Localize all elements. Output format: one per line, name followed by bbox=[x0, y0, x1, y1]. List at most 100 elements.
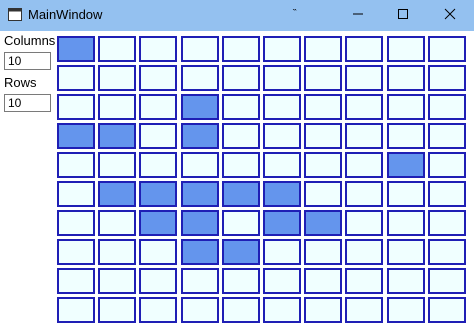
grid-cell[interactable] bbox=[428, 94, 466, 120]
grid-cell[interactable] bbox=[139, 65, 177, 91]
grid-cell[interactable] bbox=[345, 65, 383, 91]
grid-cell[interactable] bbox=[181, 210, 219, 236]
grid-cell[interactable] bbox=[222, 152, 260, 178]
grid-cell[interactable] bbox=[263, 123, 301, 149]
grid-cell[interactable] bbox=[222, 210, 260, 236]
grid-cell[interactable] bbox=[222, 36, 260, 62]
grid-cell[interactable] bbox=[304, 210, 342, 236]
close-button[interactable] bbox=[427, 0, 473, 31]
grid-cell[interactable] bbox=[181, 239, 219, 265]
grid-cell[interactable] bbox=[345, 239, 383, 265]
grid-cell[interactable] bbox=[222, 268, 260, 294]
grid-cell[interactable] bbox=[98, 152, 136, 178]
grid-cell[interactable] bbox=[428, 210, 466, 236]
grid-cell[interactable] bbox=[387, 239, 425, 265]
grid-cell[interactable] bbox=[428, 123, 466, 149]
grid-cell[interactable] bbox=[139, 210, 177, 236]
grid-cell[interactable] bbox=[387, 36, 425, 62]
rows-input[interactable]: 10 bbox=[4, 94, 51, 112]
grid-cell[interactable] bbox=[345, 123, 383, 149]
grid-cell[interactable] bbox=[263, 36, 301, 62]
grid-cell[interactable] bbox=[304, 181, 342, 207]
grid-cell[interactable] bbox=[57, 123, 95, 149]
grid-cell[interactable] bbox=[304, 36, 342, 62]
grid-cell[interactable] bbox=[181, 181, 219, 207]
grid-cell[interactable] bbox=[387, 123, 425, 149]
grid-cell[interactable] bbox=[57, 36, 95, 62]
grid-cell[interactable] bbox=[181, 94, 219, 120]
grid-cell[interactable] bbox=[263, 268, 301, 294]
grid-cell[interactable] bbox=[345, 210, 383, 236]
grid-cell[interactable] bbox=[263, 210, 301, 236]
grid-cell[interactable] bbox=[222, 94, 260, 120]
grid-cell[interactable] bbox=[98, 268, 136, 294]
grid-cell[interactable] bbox=[222, 65, 260, 91]
grid-cell[interactable] bbox=[139, 36, 177, 62]
grid-cell[interactable] bbox=[345, 297, 383, 323]
grid-cell[interactable] bbox=[263, 181, 301, 207]
grid-cell[interactable] bbox=[304, 65, 342, 91]
grid-cell[interactable] bbox=[387, 268, 425, 294]
grid-cell[interactable] bbox=[181, 36, 219, 62]
grid-cell[interactable] bbox=[428, 239, 466, 265]
grid-cell[interactable] bbox=[222, 181, 260, 207]
columns-input[interactable]: 10 bbox=[4, 52, 51, 70]
maximize-button[interactable] bbox=[380, 0, 426, 31]
grid-cell[interactable] bbox=[304, 152, 342, 178]
grid-cell[interactable] bbox=[98, 94, 136, 120]
grid-cell[interactable] bbox=[387, 94, 425, 120]
grid-cell[interactable] bbox=[57, 210, 95, 236]
grid-cell[interactable] bbox=[387, 65, 425, 91]
grid-cell[interactable] bbox=[304, 239, 342, 265]
grid-cell[interactable] bbox=[139, 152, 177, 178]
grid-cell[interactable] bbox=[139, 181, 177, 207]
grid-cell[interactable] bbox=[345, 36, 383, 62]
grid-cell[interactable] bbox=[428, 36, 466, 62]
grid-cell[interactable] bbox=[57, 65, 95, 91]
grid-cell[interactable] bbox=[57, 181, 95, 207]
grid-cell[interactable] bbox=[345, 181, 383, 207]
grid-cell[interactable] bbox=[57, 268, 95, 294]
grid-cell[interactable] bbox=[181, 268, 219, 294]
grid-cell[interactable] bbox=[98, 181, 136, 207]
grid-cell[interactable] bbox=[98, 36, 136, 62]
grid-cell[interactable] bbox=[57, 94, 95, 120]
grid-cell[interactable] bbox=[263, 152, 301, 178]
grid-cell[interactable] bbox=[304, 123, 342, 149]
grid-cell[interactable] bbox=[139, 268, 177, 294]
grid-cell[interactable] bbox=[345, 268, 383, 294]
grid-cell[interactable] bbox=[98, 210, 136, 236]
grid-cell[interactable] bbox=[428, 65, 466, 91]
grid-cell[interactable] bbox=[222, 239, 260, 265]
grid-cell[interactable] bbox=[139, 297, 177, 323]
grid-cell[interactable] bbox=[263, 297, 301, 323]
grid-cell[interactable] bbox=[345, 152, 383, 178]
grid-cell[interactable] bbox=[428, 268, 466, 294]
grid-cell[interactable] bbox=[387, 152, 425, 178]
grid-cell[interactable] bbox=[57, 239, 95, 265]
grid-cell[interactable] bbox=[57, 297, 95, 323]
grid-cell[interactable] bbox=[181, 297, 219, 323]
grid-cell[interactable] bbox=[428, 297, 466, 323]
grid-cell[interactable] bbox=[181, 152, 219, 178]
grid-cell[interactable] bbox=[387, 181, 425, 207]
grid-cell[interactable] bbox=[304, 297, 342, 323]
title-bar[interactable]: MainWindow ˵ bbox=[0, 0, 474, 31]
grid-cell[interactable] bbox=[98, 65, 136, 91]
grid-cell[interactable] bbox=[387, 297, 425, 323]
grid-cell[interactable] bbox=[98, 297, 136, 323]
grid-cell[interactable] bbox=[181, 65, 219, 91]
grid-cell[interactable] bbox=[139, 94, 177, 120]
grid-cell[interactable] bbox=[263, 239, 301, 265]
grid-cell[interactable] bbox=[263, 65, 301, 91]
grid-cell[interactable] bbox=[345, 94, 383, 120]
grid-cell[interactable] bbox=[428, 181, 466, 207]
grid-cell[interactable] bbox=[304, 94, 342, 120]
grid-cell[interactable] bbox=[98, 239, 136, 265]
grid-cell[interactable] bbox=[387, 210, 425, 236]
grid-cell[interactable] bbox=[139, 123, 177, 149]
grid-cell[interactable] bbox=[263, 94, 301, 120]
grid-cell[interactable] bbox=[139, 239, 177, 265]
grid-cell[interactable] bbox=[181, 123, 219, 149]
grid-cell[interactable] bbox=[428, 152, 466, 178]
